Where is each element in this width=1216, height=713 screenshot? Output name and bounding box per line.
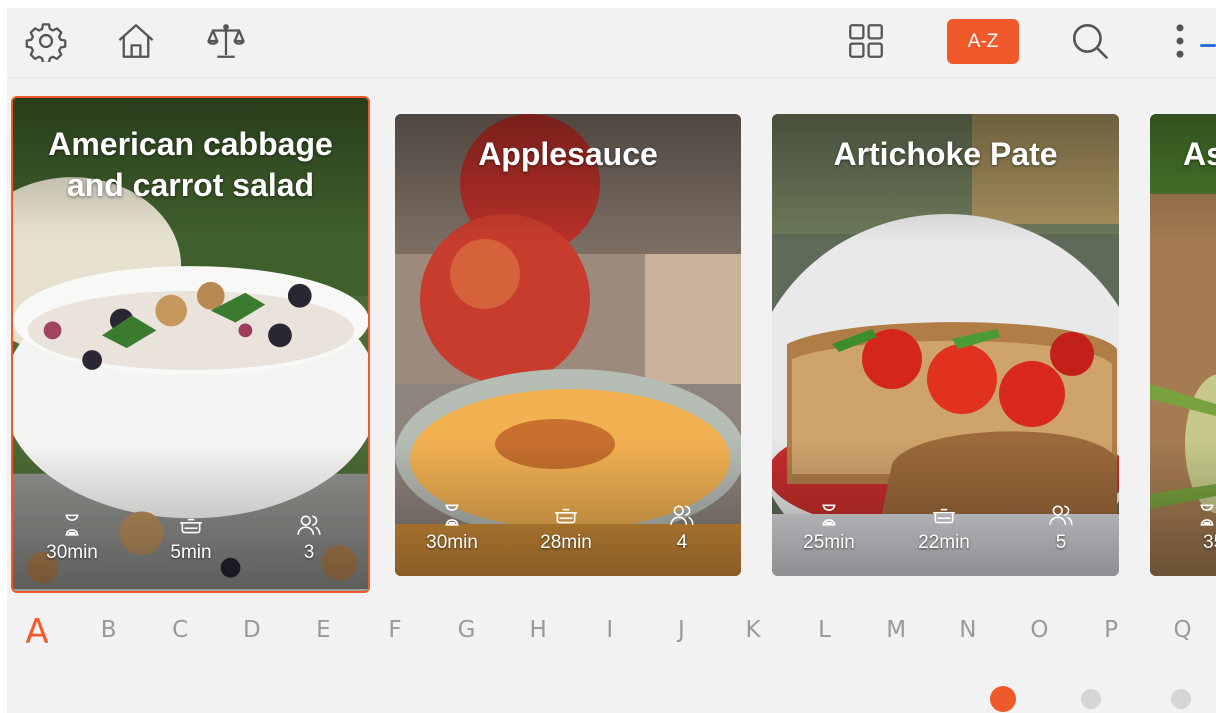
scroll-indicator — [1200, 44, 1216, 47]
prep-time-value: 35m — [1203, 532, 1216, 553]
alphabet-letter-g[interactable]: G — [447, 617, 487, 643]
prep-time-value: 25min — [803, 532, 855, 553]
alphabet-letter-c[interactable]: C — [160, 617, 200, 643]
servings-value: 3 — [303, 542, 315, 563]
prep-time-value: 30min — [46, 542, 98, 563]
recipe-title: Applesauce — [478, 136, 658, 172]
top-toolbar: A-Z — [7, 8, 1216, 78]
hourglass-icon — [1200, 504, 1214, 526]
cook-time-value: 5min — [170, 542, 212, 563]
top-edge — [0, 0, 1216, 8]
app-screen: A-Z American cabbage and carrot salad 30… — [0, 0, 1216, 713]
alphabet-letter-f[interactable]: F — [375, 617, 415, 643]
pot-icon — [555, 508, 577, 524]
home-icon[interactable] — [113, 18, 159, 64]
page-dot-2[interactable] — [1081, 689, 1101, 709]
cook-time: 5min — [146, 512, 236, 564]
more-vertical-icon[interactable] — [1157, 18, 1203, 64]
servings: 5 — [1016, 502, 1106, 554]
prep-time: 30min — [407, 502, 497, 554]
people-icon — [297, 515, 321, 535]
servings-value: 4 — [676, 532, 688, 553]
hourglass-icon — [65, 514, 79, 536]
scale-icon[interactable] — [203, 18, 249, 64]
hourglass-icon — [822, 504, 836, 526]
cook-time: 22min — [899, 502, 989, 554]
pot-icon — [933, 508, 955, 524]
servings: 4 — [637, 502, 727, 554]
alphabet-letter-m[interactable]: M — [876, 617, 916, 643]
page-dot-1[interactable] — [990, 686, 1016, 712]
prep-time: 35m — [1150, 502, 1216, 554]
alphabet-letter-q[interactable]: Q — [1163, 617, 1203, 643]
alphabet-letter-d[interactable]: D — [232, 617, 272, 643]
alphabet-letter-b[interactable]: B — [89, 617, 129, 643]
alphabet-letter-e[interactable]: E — [303, 617, 343, 643]
people-icon — [1049, 505, 1073, 525]
recipe-card[interactable]: Applesauce 30min 28min 4 — [395, 114, 741, 576]
gear-icon[interactable] — [23, 18, 69, 64]
alphabet-letter-j[interactable]: J — [661, 617, 701, 643]
alphabet-letter-l[interactable]: L — [805, 617, 845, 643]
servings: 3 — [264, 512, 354, 564]
cook-time: 28min — [521, 502, 611, 554]
cook-time-value: 28min — [540, 532, 592, 553]
pot-icon — [180, 518, 202, 534]
servings-value: 5 — [1055, 532, 1067, 553]
people-icon — [670, 505, 694, 525]
alphabet-letter-i[interactable]: I — [590, 617, 630, 643]
prep-time: 30min — [27, 512, 117, 564]
grid-view-icon[interactable] — [843, 18, 889, 64]
recipe-card[interactable]: As 35m — [1150, 114, 1216, 576]
left-edge — [0, 0, 7, 713]
alphabet-letter-o[interactable]: O — [1019, 617, 1059, 643]
prep-time-value: 30min — [426, 532, 478, 553]
prep-time: 25min — [784, 502, 874, 554]
alphabet-letter-a[interactable]: A — [17, 612, 57, 652]
recipe-title: Artichoke Pate — [833, 136, 1058, 172]
page-dot-3[interactable] — [1171, 689, 1191, 709]
alphabet-letter-p[interactable]: P — [1091, 617, 1131, 643]
cook-time-value: 22min — [918, 532, 970, 553]
alphabet-letter-k[interactable]: K — [733, 617, 773, 643]
hourglass-icon — [445, 504, 459, 526]
alphabet-letter-n[interactable]: N — [948, 617, 988, 643]
recipe-card[interactable]: American cabbage and carrot salad 30min … — [11, 96, 370, 593]
az-sort-button[interactable]: A-Z — [947, 19, 1019, 64]
alphabet-letter-h[interactable]: H — [518, 617, 558, 643]
recipe-title: As — [1183, 136, 1216, 172]
search-icon[interactable] — [1067, 18, 1113, 64]
recipe-title: American cabbage and carrot salad — [48, 126, 333, 203]
recipe-card[interactable]: Artichoke Pate 25min 22min 5 — [772, 114, 1119, 576]
